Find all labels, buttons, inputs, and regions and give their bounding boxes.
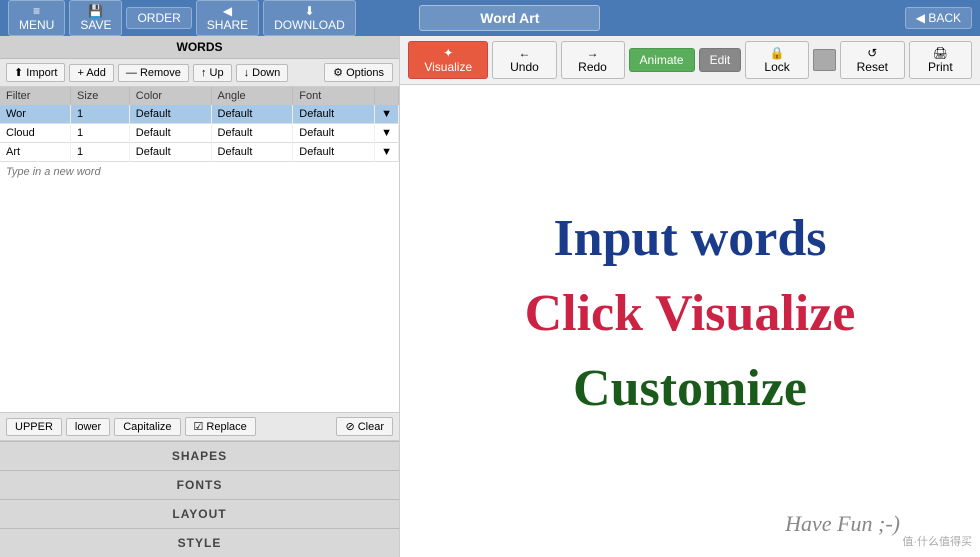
up-button[interactable]: ↑ Up [193, 64, 232, 82]
undo-button[interactable]: ← Undo [492, 41, 556, 79]
color-swatch[interactable] [813, 49, 836, 71]
angle-cell: Default [211, 143, 293, 162]
font-cell: Default [293, 143, 375, 162]
word-cell: Art [0, 143, 70, 162]
main-layout: WORDS ⬆ Import + Add — Remove ↑ Up ↓ Dow… [0, 36, 980, 557]
table-row[interactable]: Art 1 Default Default Default ▼ [0, 143, 399, 162]
canvas-area: Input words Click Visualize Customize Ha… [400, 85, 980, 557]
table-header-row: Filter Size Color Angle Font [0, 87, 399, 105]
style-section-button[interactable]: STYLE [0, 528, 399, 557]
edit-button[interactable]: Edit [699, 48, 742, 72]
angle-cell: Default [211, 105, 293, 124]
words-toolbar: ⬆ Import + Add — Remove ↑ Up ↓ Down ⚙ Op… [0, 59, 399, 87]
print-button[interactable]: 🖨 Print [909, 41, 972, 79]
top-bar-left: ≡ MENU 💾 SAVE ORDER ◀ SHARE ⬇ DOWNLOAD [8, 0, 356, 36]
size-cell: 1 [70, 105, 129, 124]
words-table: Filter Size Color Angle Font Wor 1 Defau… [0, 87, 399, 162]
replace-button[interactable]: ☑ Replace [185, 417, 256, 436]
top-bar: ≡ MENU 💾 SAVE ORDER ◀ SHARE ⬇ DOWNLOAD W… [0, 0, 980, 36]
row-menu[interactable]: ▼ [375, 124, 399, 143]
canvas-line2: Click Visualize [525, 284, 856, 343]
top-bar-right: ◀ BACK [664, 7, 972, 29]
col-filter: Filter [0, 87, 70, 105]
word-cell: Wor [0, 105, 70, 124]
canvas-line3: Customize [573, 359, 807, 418]
right-toolbar: ✦ Visualize ← Undo → Redo Animate Edit 🔒… [400, 36, 980, 85]
canvas-line1: Input words [553, 209, 826, 268]
import-button[interactable]: ⬆ Import [6, 63, 65, 82]
save-button[interactable]: 💾 SAVE [69, 0, 122, 36]
font-cell: Default [293, 105, 375, 124]
case-toolbar: UPPER lower Capitalize ☑ Replace ⊘ Clear [0, 412, 399, 441]
reset-button[interactable]: ↺ Reset [840, 41, 905, 79]
fonts-section-button[interactable]: FONTS [0, 470, 399, 499]
angle-cell: Default [211, 124, 293, 143]
options-button[interactable]: ⚙ Options [324, 63, 393, 82]
color-cell: Default [129, 124, 211, 143]
download-button[interactable]: ⬇ DOWNLOAD [263, 0, 356, 36]
color-cell: Default [129, 105, 211, 124]
new-word-input[interactable] [0, 162, 399, 182]
share-button[interactable]: ◀ SHARE [196, 0, 259, 36]
right-panel: ✦ Visualize ← Undo → Redo Animate Edit 🔒… [400, 36, 980, 557]
table-row[interactable]: Wor 1 Default Default Default ▼ [0, 105, 399, 124]
layout-section-button[interactable]: LAYOUT [0, 499, 399, 528]
left-panel: WORDS ⬆ Import + Add — Remove ↑ Up ↓ Dow… [0, 36, 400, 557]
visualize-button[interactable]: ✦ Visualize [408, 41, 488, 79]
row-menu[interactable]: ▼ [375, 143, 399, 162]
down-button[interactable]: ↓ Down [236, 64, 289, 82]
lock-button[interactable]: 🔒 Lock [745, 41, 809, 79]
col-size: Size [70, 87, 129, 105]
order-button[interactable]: ORDER [126, 7, 191, 29]
col-color: Color [129, 87, 211, 105]
color-cell: Default [129, 143, 211, 162]
words-table-area: Filter Size Color Angle Font Wor 1 Defau… [0, 87, 399, 250]
col-angle: Angle [211, 87, 293, 105]
font-cell: Default [293, 124, 375, 143]
redo-button[interactable]: → Redo [561, 41, 625, 79]
col-font: Font [293, 87, 375, 105]
clear-button[interactable]: ⊘ Clear [336, 417, 393, 436]
shapes-section-button[interactable]: SHAPES [0, 441, 399, 470]
top-bar-center: Word Art [356, 10, 664, 26]
col-action [375, 87, 399, 105]
back-button[interactable]: ◀ BACK [905, 7, 972, 29]
menu-button[interactable]: ≡ MENU [8, 0, 65, 36]
animate-button[interactable]: Animate [629, 48, 695, 72]
words-empty-area [0, 250, 399, 413]
table-row[interactable]: Cloud 1 Default Default Default ▼ [0, 124, 399, 143]
words-panel-header: WORDS [0, 36, 399, 59]
size-cell: 1 [70, 143, 129, 162]
lower-button[interactable]: lower [66, 418, 110, 436]
watermark: 值·什么值得买 [902, 533, 972, 549]
capitalize-button[interactable]: Capitalize [114, 418, 180, 436]
word-cell: Cloud [0, 124, 70, 143]
add-button[interactable]: + Add [69, 64, 113, 82]
app-title: Word Art [419, 5, 600, 31]
fun-text: Have Fun ;-) [785, 511, 900, 537]
size-cell: 1 [70, 124, 129, 143]
row-menu[interactable]: ▼ [375, 105, 399, 124]
upper-button[interactable]: UPPER [6, 418, 62, 436]
remove-button[interactable]: — Remove [118, 64, 189, 82]
